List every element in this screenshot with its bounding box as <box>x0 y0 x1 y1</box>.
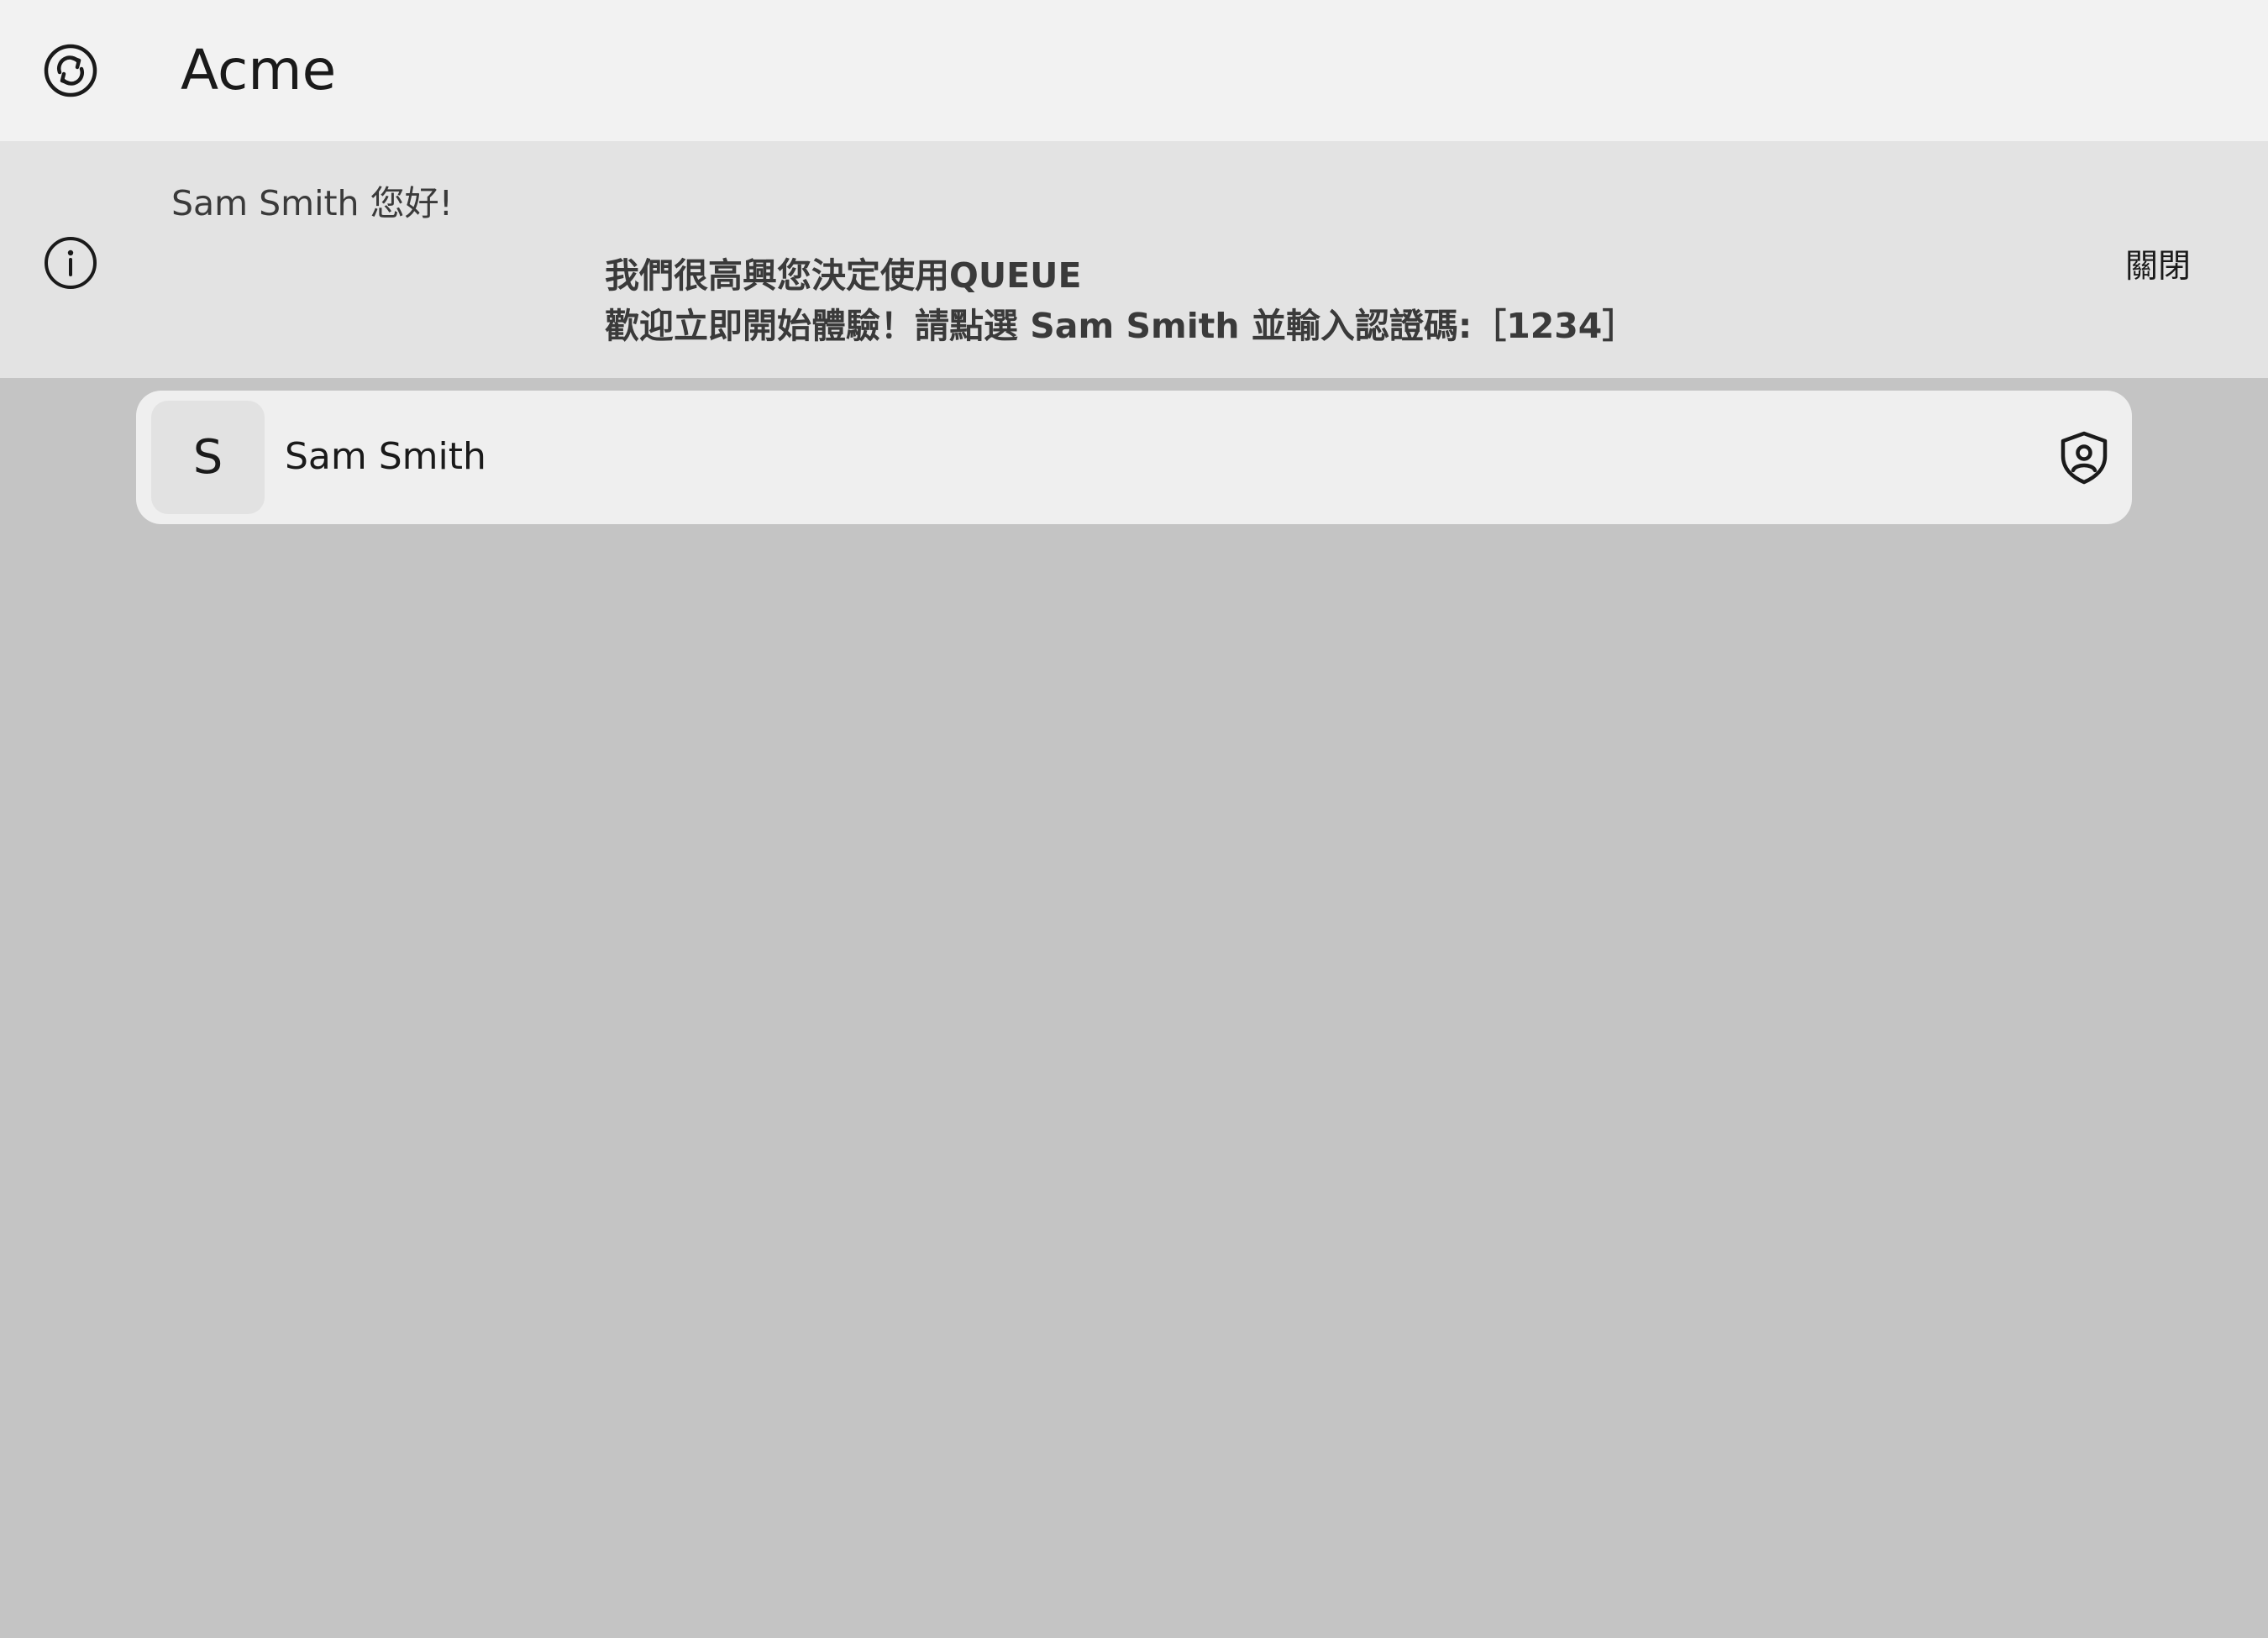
close-button[interactable]: 關閉 <box>2125 242 2209 292</box>
info-icon <box>43 235 98 291</box>
avatar: S <box>151 401 265 514</box>
sync-icon[interactable] <box>43 43 98 98</box>
shield-user-icon[interactable] <box>2058 430 2110 486</box>
account-item[interactable]: S Sam Smith <box>136 391 2132 524</box>
banner-greeting: Sam Smith 您好! <box>171 183 454 223</box>
banner-message: 我們很高興您決定使用QUEUE 歡迎立即開始體驗！請點選 Sam Smith 並… <box>605 250 1636 351</box>
account-name: Sam Smith <box>285 435 486 478</box>
app-header: Acme <box>0 0 2268 141</box>
app-title: Acme <box>181 38 337 102</box>
banner-message-line-2: 歡迎立即開始體驗！請點選 Sam Smith 並輸入認證碼:［1234］ <box>605 306 1637 346</box>
banner-message-line-1: 我們很高興您決定使用QUEUE <box>605 255 1082 296</box>
